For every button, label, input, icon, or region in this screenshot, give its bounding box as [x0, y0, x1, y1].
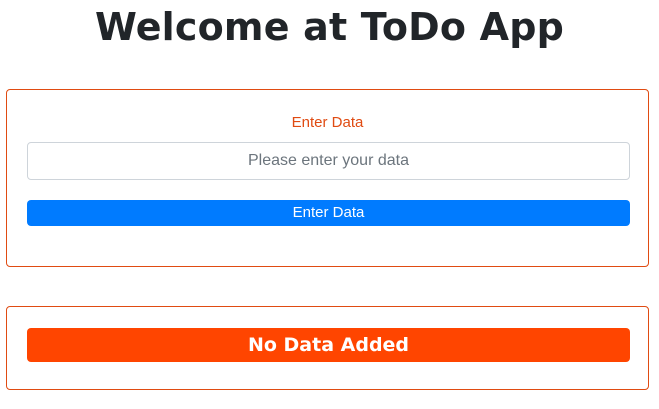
entry-label: Enter Data — [291, 114, 364, 131]
data-input[interactable] — [27, 142, 630, 180]
data-entry-card: Enter Data Enter Data — [6, 89, 649, 267]
todo-list-card: No Data Added — [6, 306, 649, 390]
empty-state-banner: No Data Added — [27, 328, 630, 362]
enter-data-button[interactable]: Enter Data — [27, 200, 630, 226]
page-title: Welcome at ToDo App — [94, 5, 565, 49]
